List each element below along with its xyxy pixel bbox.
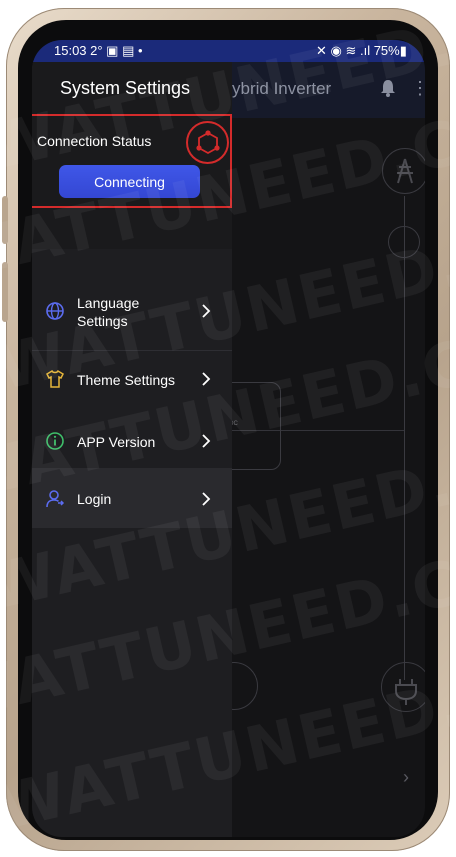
power-button xyxy=(2,262,8,322)
menu-label-app-version: APP Version xyxy=(77,434,156,450)
menu-item-app-version[interactable]: APP Version xyxy=(32,414,232,468)
menu-label-login: Login xyxy=(77,491,112,507)
menu-item-login[interactable]: Login xyxy=(32,468,232,528)
grid-node-icon xyxy=(382,148,425,194)
bell-icon[interactable] xyxy=(378,78,398,98)
status-bar: 15:03 2° ▣ ▤ • ✕ ◉ ≋ .ıl 75%▮ xyxy=(32,40,425,62)
chevron-right-icon[interactable]: › xyxy=(403,767,409,788)
chevron-right-icon xyxy=(202,492,211,506)
overflow-menu-icon[interactable]: ⋮ xyxy=(411,78,425,98)
status-indicators: ✕ ◉ ≋ .ıl 75%▮ xyxy=(316,43,407,58)
status-time: 15:03 2° ▣ ▤ • xyxy=(54,43,143,58)
tshirt-icon xyxy=(46,369,64,388)
connection-icon-highlight-ring xyxy=(186,121,229,164)
chevron-right-icon xyxy=(202,304,211,318)
chevron-right-icon xyxy=(202,372,211,386)
chevron-right-icon xyxy=(202,434,211,448)
volume-button xyxy=(2,196,8,244)
app-content xyxy=(232,118,425,837)
info-icon xyxy=(46,432,64,450)
menu-item-language-settings[interactable]: Language Settings xyxy=(32,284,232,338)
globe-icon xyxy=(46,302,64,320)
flow-line xyxy=(404,196,405,680)
user-icon xyxy=(46,490,65,508)
plug-node-icon xyxy=(381,662,425,712)
screen: ybrid Inverter ⋮ = DC › 15:03 2° ▣ ▤ • ✕… xyxy=(32,40,425,837)
load-node-icon xyxy=(388,226,420,258)
divider xyxy=(32,350,232,351)
menu-label-language-settings: Language Settings xyxy=(77,295,140,329)
app-title: ybrid Inverter xyxy=(232,79,332,98)
drawer-title: System Settings xyxy=(60,78,191,98)
menu-label-theme-settings: Theme Settings xyxy=(77,372,176,388)
navigation-drawer: System Settings Connection Status Connec… xyxy=(32,62,232,837)
menu-item-theme-settings[interactable]: Theme Settings xyxy=(32,352,232,406)
